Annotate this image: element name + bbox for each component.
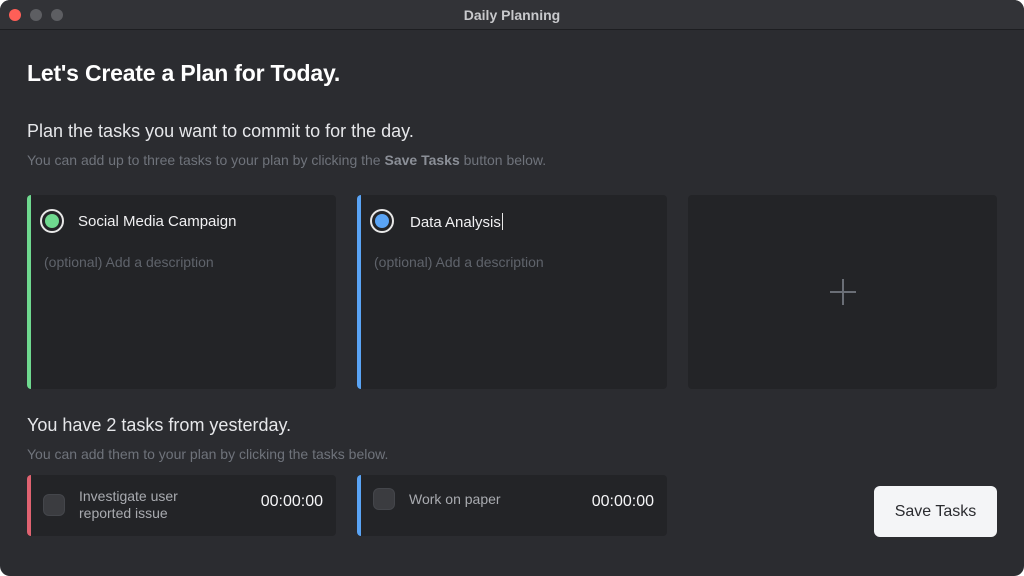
add-task-card[interactable] [688,195,997,389]
title-bar: Daily Planning [0,0,1024,30]
plan-subtitle-bold: Save Tasks [384,152,460,168]
task-timer: 00:00:00 [260,493,323,510]
task-status-radio[interactable] [40,209,64,233]
task-description-input[interactable]: (optional) Add a description [374,254,544,270]
page-title: Let's Create a Plan for Today. [27,60,341,86]
task-color-stripe [27,195,31,389]
planned-task-card[interactable]: Data Analysis (optional) Add a descripti… [357,195,667,389]
task-timer: 00:00:00 [591,493,654,510]
plan-subtitle-suffix: button below. [459,152,547,168]
task-title-input[interactable]: Social Media Campaign [78,213,236,230]
yesterday-task-title: Work on paper [409,491,501,507]
task-color-dot [45,214,59,228]
plus-icon[interactable] [829,279,856,305]
save-tasks-button[interactable]: Save Tasks [874,486,997,537]
yesterday-task-item[interactable]: Investigate user reported issue 00:00:00 [27,475,336,536]
plan-subtitle-prefix: You can add up to three tasks to your pl… [27,152,385,168]
text-cursor [501,213,503,230]
planned-task-card[interactable]: Social Media Campaign (optional) Add a d… [27,195,336,389]
task-color-stripe [27,475,31,536]
app-window: Daily Planning Let's Create a Plan for T… [0,0,1024,576]
plan-section-subtitle: You can add up to three tasks to your pl… [27,152,546,168]
task-color-stripe [357,475,361,536]
task-checkbox[interactable] [43,494,65,516]
task-status-radio[interactable] [370,209,394,233]
task-title-text: Data Analysis [410,214,501,231]
task-checkbox[interactable] [373,488,395,510]
yesterday-task-title: Investigate user reported issue [79,488,178,521]
yesterday-section-subtitle: You can add them to your plan by clickin… [27,446,389,462]
yesterday-section-title: You have 2 tasks from yesterday. [27,415,292,435]
task-color-stripe [357,195,361,389]
plan-section-title: Plan the tasks you want to commit to for… [27,121,414,141]
task-description-input[interactable]: (optional) Add a description [44,254,214,270]
yesterday-task-item[interactable]: Work on paper 00:00:00 [357,475,667,536]
task-title-input[interactable]: Data Analysis [410,213,503,231]
window-title: Daily Planning [463,7,561,23]
task-color-dot [375,214,389,228]
